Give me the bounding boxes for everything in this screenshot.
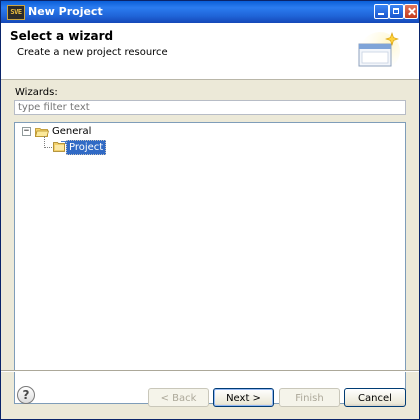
page-title: Select a wizard [10, 29, 114, 43]
back-button[interactable]: < Back [148, 388, 209, 407]
page-description: Create a new project resource [17, 47, 168, 58]
filter-input[interactable] [14, 100, 406, 115]
title-bar[interactable]: SVE New Project [1, 1, 419, 23]
tree-connector [44, 147, 52, 149]
finish-button[interactable]: Finish [279, 388, 340, 407]
wizard-header: Select a wizard Create a new project res… [1, 23, 419, 80]
footer-divider [1, 370, 419, 372]
next-button[interactable]: Next > [213, 388, 274, 407]
wizard-tree[interactable]: − General Project [14, 122, 406, 404]
wizards-label: Wizards: [15, 87, 58, 98]
wizard-content: Wizards: − General Project [1, 80, 419, 404]
open-folder-icon [35, 128, 49, 137]
tree-item-project[interactable]: Project [53, 140, 107, 155]
project-icon [53, 141, 66, 152]
help-icon[interactable]: ? [17, 386, 35, 404]
new-project-window: SVE New Project Select a wizard Create a… [0, 0, 420, 420]
tree-item-general[interactable]: General [52, 126, 91, 137]
tree-item-project-label[interactable]: Project [66, 140, 107, 155]
collapse-toggle-icon[interactable]: − [22, 127, 31, 136]
cancel-button[interactable]: Cancel [344, 388, 406, 407]
new-wizard-icon [358, 32, 400, 70]
maximize-icon[interactable] [389, 4, 404, 19]
close-icon[interactable] [404, 4, 418, 19]
app-logo-icon: SVE [7, 5, 25, 20]
minimize-icon[interactable] [374, 4, 389, 19]
window-title: New Project [28, 5, 103, 18]
